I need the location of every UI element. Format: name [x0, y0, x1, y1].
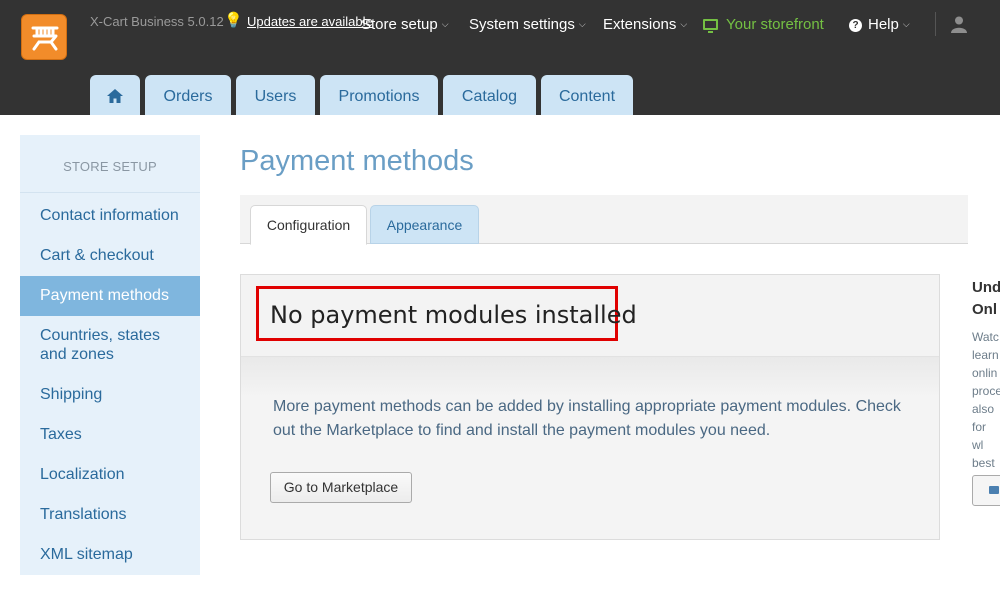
chevron-down-icon: ⌵ — [578, 19, 586, 29]
menu-system-settings[interactable]: System settings ⌵ — [469, 16, 586, 33]
page-title: Payment methods — [240, 145, 474, 177]
sidebar-item-xml-sitemap[interactable]: XML sitemap — [20, 545, 200, 564]
subtab-bar: Configuration Appearance — [240, 195, 968, 245]
go-to-marketplace-button[interactable]: Go to Marketplace — [270, 472, 412, 503]
promo-text-line: proce — [972, 384, 1000, 398]
sidebar-item-cart-checkout[interactable]: Cart & checkout — [20, 246, 200, 265]
promo-title: Und Onl — [972, 277, 1000, 321]
tab-users[interactable]: Users — [236, 75, 315, 115]
version-label: X-Cart Business 5.0.12 — [90, 14, 224, 29]
panel-header: No payment modules installed — [241, 275, 939, 357]
sidebar: STORE SETUP Contact information Cart & c… — [20, 135, 200, 575]
promo-title-line: Onl — [972, 301, 997, 318]
top-header: X-Cart Business 5.0.12 💡 Updates are ava… — [0, 0, 1000, 115]
promo-title-line: Und — [972, 279, 1000, 296]
menu-your-storefront[interactable]: Your storefront — [703, 16, 824, 33]
video-icon — [989, 486, 999, 494]
promo-text-line: onlin — [972, 366, 998, 380]
tab-home[interactable] — [90, 75, 140, 115]
updates-link[interactable]: Updates are available — [247, 14, 373, 29]
tab-orders[interactable]: Orders — [145, 75, 231, 115]
menu-help[interactable]: ? Help ⌵ — [849, 16, 910, 33]
promo-button[interactable] — [972, 475, 1000, 506]
menu-store-setup[interactable]: Store setup ⌵ — [361, 16, 449, 33]
promo-text-line: learn — [972, 348, 999, 362]
monitor-icon — [703, 19, 718, 33]
sidebar-item-countries-states-zones[interactable]: Countries, states and zones — [20, 326, 190, 364]
menu-label: Store setup — [361, 16, 438, 33]
sidebar-item-translations[interactable]: Translations — [20, 505, 200, 524]
menu-label: Your storefront — [726, 16, 824, 33]
tab-configuration[interactable]: Configuration — [250, 205, 367, 245]
promo-text-line: for wl — [972, 420, 987, 452]
menu-label: System settings — [469, 16, 575, 33]
tab-appearance[interactable]: Appearance — [370, 205, 479, 244]
promo-text: Watc learn onlin proce also for wl best … — [972, 328, 1000, 490]
sidebar-item-localization[interactable]: Localization — [20, 465, 200, 484]
sidebar-heading: STORE SETUP — [20, 135, 200, 193]
menu-label: Help — [868, 16, 899, 33]
sidebar-item-taxes[interactable]: Taxes — [20, 425, 200, 444]
chevron-down-icon: ⌵ — [902, 19, 910, 29]
sidebar-item-shipping[interactable]: Shipping — [20, 385, 200, 404]
header-divider — [935, 12, 936, 36]
xcart-logo[interactable] — [21, 14, 67, 60]
promo-text-line: best — [972, 456, 995, 470]
panel-title: No payment modules installed — [270, 301, 637, 329]
user-icon[interactable] — [950, 15, 968, 33]
panel-description: More payment methods can be added by ins… — [273, 398, 901, 439]
menu-label: Extensions — [603, 16, 677, 33]
tab-catalog[interactable]: Catalog — [443, 75, 536, 115]
payment-modules-panel: No payment modules installed More paymen… — [240, 274, 940, 540]
promo-text-line: Watc — [972, 330, 999, 344]
sidebar-item-payment-methods[interactable]: Payment methods — [20, 276, 200, 316]
panel-body: More payment methods can be added by ins… — [241, 357, 939, 539]
chevron-down-icon: ⌵ — [441, 19, 449, 29]
question-circle-icon: ? — [849, 19, 862, 32]
home-icon — [107, 89, 123, 103]
tab-promotions[interactable]: Promotions — [320, 75, 438, 115]
lightbulb-icon: 💡 — [224, 12, 243, 29]
tab-content[interactable]: Content — [541, 75, 633, 115]
chevron-down-icon: ⌵ — [680, 19, 688, 29]
sidebar-item-contact-information[interactable]: Contact information — [20, 206, 200, 225]
menu-extensions[interactable]: Extensions ⌵ — [603, 16, 687, 33]
cart-logo-icon — [31, 26, 59, 51]
promo-text-line: also — [972, 402, 995, 416]
